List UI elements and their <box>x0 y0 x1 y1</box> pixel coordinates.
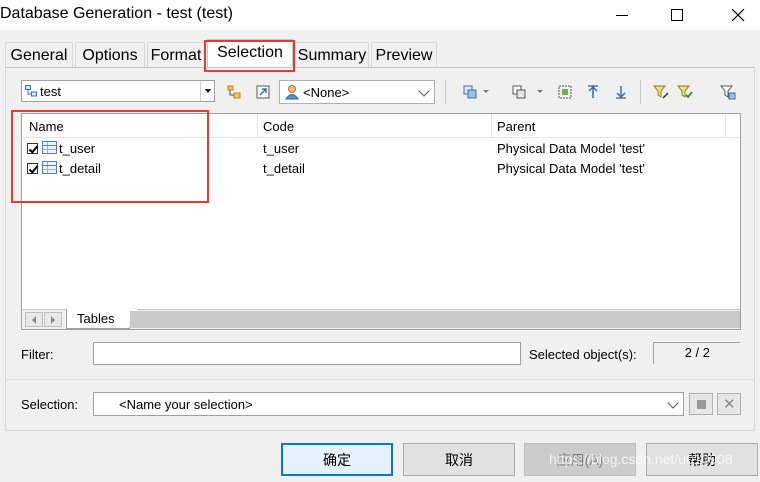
row-parent: Physical Data Model 'test' <box>497 141 646 156</box>
delete-icon: ✕ <box>723 396 736 413</box>
divider <box>5 379 755 380</box>
column-header-parent[interactable]: Parent <box>497 119 535 134</box>
column-divider[interactable] <box>491 114 492 138</box>
minimize-icon <box>616 14 628 16</box>
maximize-button[interactable] <box>655 0 699 30</box>
user-icon <box>285 85 299 100</box>
save-selection-button[interactable] <box>689 393 713 415</box>
row-name: t_user <box>59 141 96 156</box>
use-graphical-selection-icon[interactable] <box>557 84 573 100</box>
owner-select[interactable]: <None> <box>279 80 435 104</box>
table-icon <box>42 141 57 154</box>
close-button[interactable] <box>716 0 760 30</box>
column-divider[interactable] <box>725 114 726 138</box>
cancel-button[interactable]: 取消 <box>403 443 515 476</box>
filter-selection-icon[interactable] <box>720 84 736 100</box>
ok-button[interactable]: 确定 <box>281 443 393 476</box>
scroll-left-button[interactable] <box>25 312 43 327</box>
save-icon <box>697 400 706 409</box>
tab-options[interactable]: Options <box>75 42 145 68</box>
model-icon <box>25 85 37 97</box>
row-code: t_user <box>263 141 300 156</box>
sheet-tab-tables[interactable]: Tables <box>66 309 137 329</box>
list-header: Name Code Parent <box>22 114 740 138</box>
selected-objects-count: 2 / 2 <box>653 342 740 364</box>
apply-button[interactable]: 应用(A) <box>524 443 636 476</box>
selection-label: Selection: <box>21 397 79 412</box>
table-row[interactable]: t_user t_user Physical Data Model 'test' <box>22 138 740 158</box>
filter-label: Filter: <box>21 347 54 362</box>
tab-general[interactable]: General <box>5 42 73 68</box>
delete-selection-button[interactable]: ✕ <box>717 393 741 415</box>
table-icon <box>42 161 57 174</box>
row-parent: Physical Data Model 'test' <box>497 161 646 176</box>
select-all-icon[interactable] <box>462 84 478 100</box>
column-header-name[interactable]: Name <box>29 119 64 134</box>
move-to-top-icon[interactable] <box>585 84 601 100</box>
filter-input[interactable] <box>93 342 521 365</box>
model-select-value: test <box>40 84 61 99</box>
model-select[interactable]: test <box>21 80 215 102</box>
owner-select-value: <None> <box>303 85 350 100</box>
move-to-bottom-icon[interactable] <box>613 84 629 100</box>
row-name: t_detail <box>59 161 101 176</box>
include-subpackages-icon[interactable] <box>226 84 242 100</box>
row-checkbox[interactable] <box>27 163 38 174</box>
row-code: t_detail <box>263 161 305 176</box>
selection-select[interactable]: <Name your selection> <box>93 392 684 416</box>
tab-format[interactable]: Format <box>147 42 205 68</box>
help-button[interactable]: 帮助 <box>646 443 758 476</box>
tab-preview[interactable]: Preview <box>371 42 437 68</box>
column-header-code[interactable]: Code <box>263 119 294 134</box>
maximize-icon <box>671 9 683 21</box>
scroll-right-button[interactable] <box>44 312 62 327</box>
window-title: Database Generation - test (test) <box>0 5 233 22</box>
minimize-button[interactable] <box>600 0 644 30</box>
deselect-all-dropdown[interactable] <box>537 90 543 93</box>
check-filter-icon[interactable] <box>677 84 693 100</box>
select-all-dropdown[interactable] <box>483 90 489 93</box>
toolbar-divider <box>445 80 446 104</box>
toolbar-divider <box>640 80 641 104</box>
sheet-tab-bar: Tables <box>22 309 740 329</box>
dropdown-arrow-icon <box>204 89 211 93</box>
row-checkbox[interactable] <box>27 143 38 154</box>
close-icon <box>731 8 745 22</box>
selected-objects-label: Selected object(s): <box>529 347 637 362</box>
object-list: Name Code Parent t_user t_user Physical … <box>21 113 741 330</box>
table-row[interactable]: t_detail t_detail Physical Data Model 't… <box>22 158 740 178</box>
title-bar: Database Generation - test (test) <box>0 0 760 30</box>
filter-edit-icon[interactable] <box>653 84 669 100</box>
tab-selection[interactable]: Selection <box>207 39 293 69</box>
selection-select-value: <Name your selection> <box>119 397 253 412</box>
shortcut-icon[interactable] <box>255 84 271 100</box>
model-select-arrow[interactable] <box>200 81 214 101</box>
deselect-all-icon[interactable] <box>511 84 527 100</box>
sheet-tab-filler <box>130 311 740 328</box>
tab-summary[interactable]: Summary <box>295 42 369 68</box>
column-divider[interactable] <box>257 114 258 138</box>
chevron-down-icon <box>667 397 679 409</box>
chevron-down-icon <box>418 85 430 97</box>
